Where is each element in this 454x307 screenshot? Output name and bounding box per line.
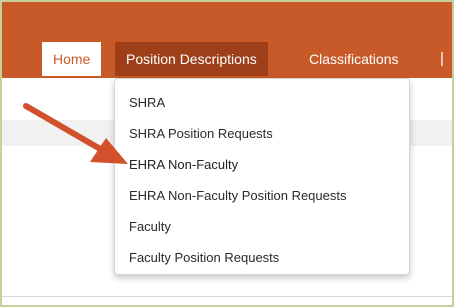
position-descriptions-menu: SHRA SHRA Position Requests EHRA Non-Fac… [114, 78, 410, 275]
tab-position-descriptions[interactable]: Position Descriptions [115, 42, 268, 76]
nav-separator: | [440, 50, 444, 67]
menu-item-faculty-position-requests[interactable]: Faculty Position Requests [115, 242, 409, 273]
tab-classifications[interactable]: Classifications [298, 42, 409, 76]
menu-item-faculty[interactable]: Faculty [115, 211, 409, 242]
red-pointer-arrow-icon [23, 103, 128, 164]
menu-item-ehra-non-faculty-position-requests[interactable]: EHRA Non-Faculty Position Requests [115, 180, 409, 211]
menu-item-shra-position-requests[interactable]: SHRA Position Requests [115, 118, 409, 149]
bottom-divider [2, 296, 452, 297]
menu-item-shra[interactable]: SHRA [115, 87, 409, 118]
tab-home[interactable]: Home [42, 42, 102, 76]
menu-item-ehra-non-faculty[interactable]: EHRA Non-Faculty [115, 149, 409, 180]
